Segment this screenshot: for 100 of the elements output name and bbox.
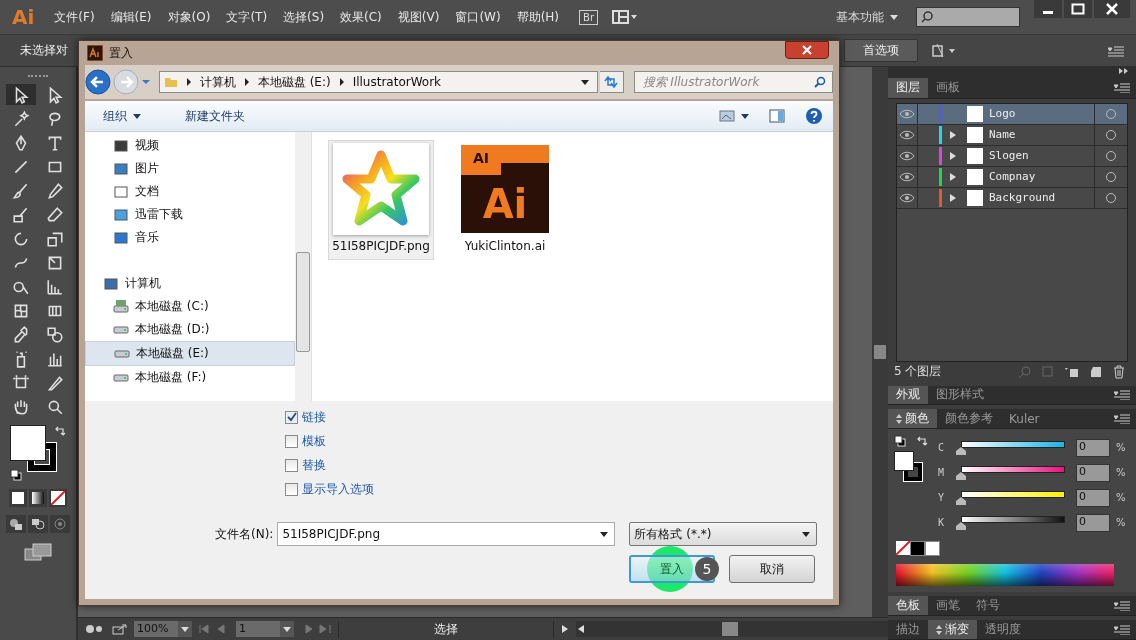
perspective-grid-icon[interactable] [46,277,64,296]
option-label[interactable]: 链接 [302,408,326,426]
panel-tab[interactable]: 颜色 [888,409,937,429]
channel-value-field[interactable]: 0 [1076,513,1110,532]
gradient-mode-button[interactable] [29,489,47,507]
channel-value-field[interactable]: 0 [1076,438,1110,457]
checkbox[interactable] [285,434,298,448]
share-icon[interactable] [112,623,128,635]
navigation-item[interactable]: 本地磁盘 (C:) [85,295,295,318]
checkbox[interactable] [285,458,298,472]
visibility-eye-icon[interactable] [899,192,915,203]
option-label[interactable]: 替换 [302,456,326,474]
layer-row[interactable]: Logo [897,103,1127,125]
close-button[interactable] [785,41,829,59]
channel-value-field[interactable]: 0 [1076,488,1110,507]
option-label[interactable]: 显示导入选项 [302,480,374,498]
navigation-item[interactable]: 本地磁盘 (F:) [85,366,295,389]
panel-tab[interactable]: Kuler [1001,409,1048,429]
panel-tab[interactable]: 描边 [888,620,928,639]
navigation-item[interactable]: 视频 [85,134,295,157]
arrange-documents-icon[interactable] [612,10,638,24]
navigation-item[interactable]: 迅雷下载 [85,203,295,226]
address-bar[interactable]: 计算机 本地磁盘 (E:) IllustratorWork [158,71,598,93]
bridge-button[interactable]: Br [579,9,598,25]
panel-tab[interactable]: 符号 [968,596,1008,616]
breadcrumb[interactable]: 本地磁盘 (E:) [257,73,331,91]
swatch[interactable] [925,541,940,557]
paintbrush-icon[interactable] [12,181,30,200]
back-button[interactable] [85,69,111,95]
navigation-item[interactable]: 音乐 [85,226,295,249]
search-field[interactable] [916,7,1020,27]
slider-thumb[interactable] [956,521,966,530]
expand-triangle-icon[interactable] [949,150,957,161]
menu-item[interactable]: 视图(V) [397,8,440,26]
trash-icon[interactable] [1112,364,1126,379]
target-circle-icon[interactable] [1105,170,1117,183]
blend-icon[interactable] [46,325,64,344]
swap-arrows-icon[interactable] [54,425,66,437]
refresh-button[interactable] [599,71,624,93]
checkbox[interactable] [285,410,298,424]
breadcrumb-arrow-icon[interactable] [243,78,250,86]
eraser-icon[interactable] [46,205,64,224]
panel-tab[interactable]: 图形样式 [928,385,992,405]
panel-tab[interactable]: 外观 [888,385,928,405]
panel-tab[interactable]: 图层 [888,77,928,98]
caret-icon[interactable] [741,113,749,119]
layer-row[interactable]: Compnay [897,166,1127,188]
target-circle-icon[interactable] [1105,149,1117,162]
zoom-dropdown-button[interactable] [178,621,192,637]
breadcrumb-arrow-icon[interactable] [185,78,192,86]
default-colors-icon[interactable] [894,435,906,448]
layer-row[interactable]: Name [897,124,1127,146]
preferences-button[interactable]: 首选项 [844,39,918,62]
horizontal-scrollbar[interactable] [576,621,888,637]
fill-and-stroke-swatches[interactable] [10,425,56,471]
panel-tab[interactable]: 画板 [928,77,968,98]
slider-thumb[interactable] [956,446,966,455]
resize-arrows-icon[interactable] [936,624,942,635]
menu-item[interactable]: 对象(O) [167,8,211,26]
panel-tab[interactable]: 画笔 [928,596,968,616]
scroll-left-icon[interactable] [576,623,586,635]
filename-field[interactable]: 51I58PICJDF.png [277,522,616,546]
expand-triangle-icon[interactable] [949,129,957,140]
menu-item[interactable]: 文字(T) [226,8,268,26]
none-swatch[interactable] [896,541,910,556]
visibility-eye-icon[interactable] [899,150,915,161]
visibility-eye-icon[interactable] [899,171,915,182]
color-spectrum[interactable] [888,556,1136,593]
swatch[interactable] [910,541,925,557]
screen-mode-icon[interactable] [24,543,52,561]
blob-brush-icon[interactable] [12,205,30,224]
panel-tab[interactable]: 渐变 [928,620,977,639]
view-picture-icon[interactable] [719,109,735,123]
menu-item[interactable]: 帮助(H) [516,8,559,26]
layer-row[interactable]: Slogen [897,145,1127,167]
none-mode-button[interactable] [49,489,67,507]
panel-menu-icon[interactable] [1114,413,1130,424]
navigation-item[interactable]: 本地磁盘 (D:) [85,318,295,341]
navigation-item[interactable]: 文档 [85,180,295,203]
expand-triangle-icon[interactable] [949,171,957,182]
menu-item[interactable]: 文件(F) [54,8,95,26]
artboard-dropdown-button[interactable] [280,621,294,637]
slider-thumb[interactable] [956,496,966,505]
slice-icon[interactable] [46,373,64,392]
panel-menu-icon[interactable] [1114,624,1130,635]
resize-arrows-icon[interactable] [896,413,902,424]
draw-behind-icon[interactable] [28,515,48,533]
hand-icon[interactable] [12,397,30,416]
caret-icon[interactable] [580,79,589,85]
target-circle-icon[interactable] [1105,128,1117,141]
panel-tab[interactable]: 颜色参考 [937,409,1001,429]
checkbox[interactable] [285,482,298,496]
option-label[interactable]: 模板 [302,432,326,450]
document-setup-icon[interactable] [932,43,958,58]
menu-item[interactable]: 效果(C) [340,8,382,26]
panel-menu-icon[interactable] [1114,600,1130,611]
navigation-item[interactable]: 计算机 [85,272,295,295]
new-layer-icon[interactable] [1089,364,1103,379]
draw-normal-icon[interactable] [6,515,26,533]
slider-thumb[interactable] [956,471,966,480]
